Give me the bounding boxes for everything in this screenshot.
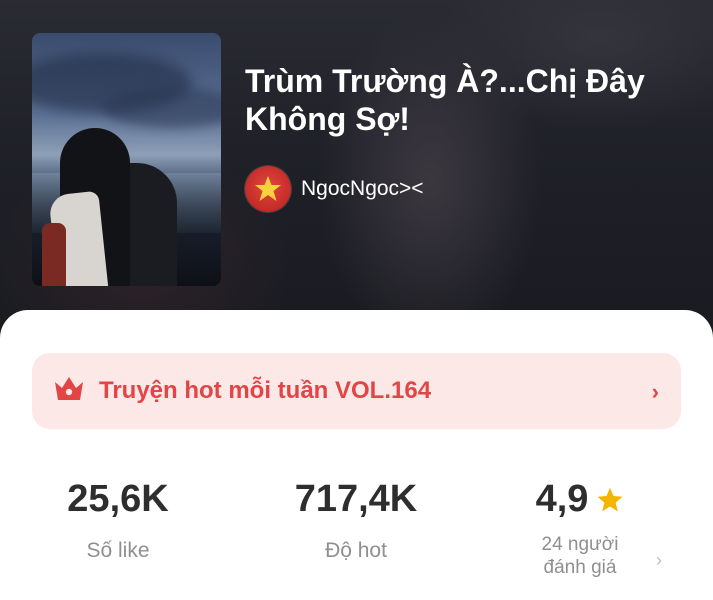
crown-icon	[52, 373, 86, 408]
author-name[interactable]: NgocNgoc><	[301, 177, 424, 201]
rating-value-row: 4,9	[520, 478, 640, 521]
likes-count: 25,6K	[67, 478, 169, 520]
story-title: Trùm Trường À?...Chị Đây Không Sợ!	[245, 63, 645, 137]
story-info-sheet: Truyện hot mỗi tuần VOL.164 › 25,6K Số l…	[0, 310, 713, 600]
likes-label: Số like	[86, 539, 150, 562]
story-header: Trùm Trường À?...Chị Đây Không Sợ! NgocN…	[0, 0, 713, 340]
cover-cloud	[102, 88, 221, 128]
rating-chevron-icon[interactable]: ›	[656, 550, 662, 571]
rating-count-line2: đánh giá	[543, 557, 617, 578]
author-link[interactable]: NgocNgoc><	[245, 166, 424, 212]
rating-count-label: 24 người đánh giá	[520, 533, 640, 579]
author-avatar[interactable]	[245, 166, 291, 212]
chevron-right-icon: ›	[651, 379, 659, 404]
weekly-hot-label: Truyện hot mỗi tuần VOL.164	[99, 377, 432, 404]
story-cover-image[interactable]	[32, 33, 221, 286]
star-icon	[597, 487, 623, 511]
weekly-hot-banner[interactable]: Truyện hot mỗi tuần VOL.164 ›	[32, 353, 681, 429]
rating-value: 4,9	[535, 478, 589, 520]
rating-stat[interactable]: 4,9 24 người đánh giá	[520, 478, 640, 579]
star-flag-icon	[255, 176, 281, 201]
cover-figure-detail	[42, 223, 66, 286]
hot-label: Độ hot	[325, 539, 387, 562]
hot-stat: 717,4K Độ hot	[276, 478, 436, 563]
likes-stat: 25,6K Số like	[38, 478, 198, 563]
hot-count: 717,4K	[294, 478, 418, 520]
rating-count-line1: 24 người	[541, 534, 619, 555]
